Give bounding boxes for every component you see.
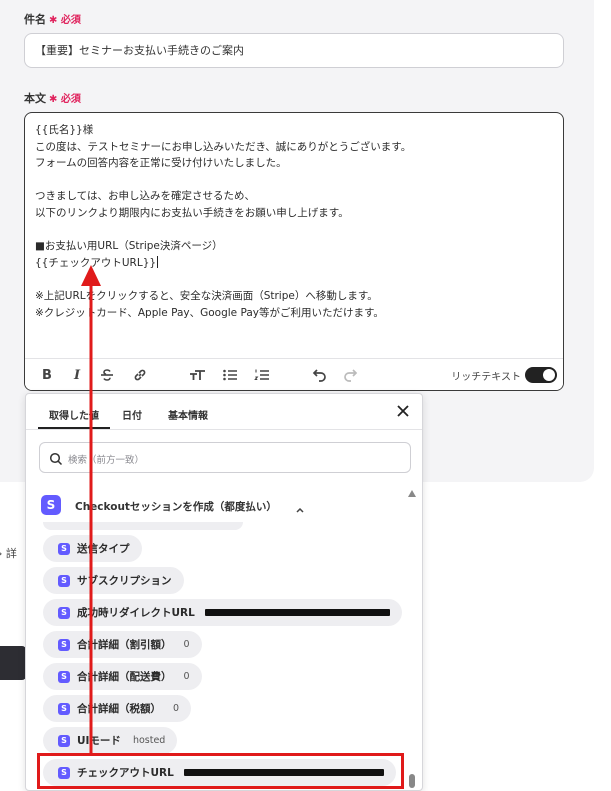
page: 件名 ✱ 必須 【重要】セミナーお支払い手続きのご案内 本文 ✱ 必須 {{氏名}}… bbox=[0, 0, 611, 791]
annotation-arrow-icon bbox=[81, 265, 101, 753]
